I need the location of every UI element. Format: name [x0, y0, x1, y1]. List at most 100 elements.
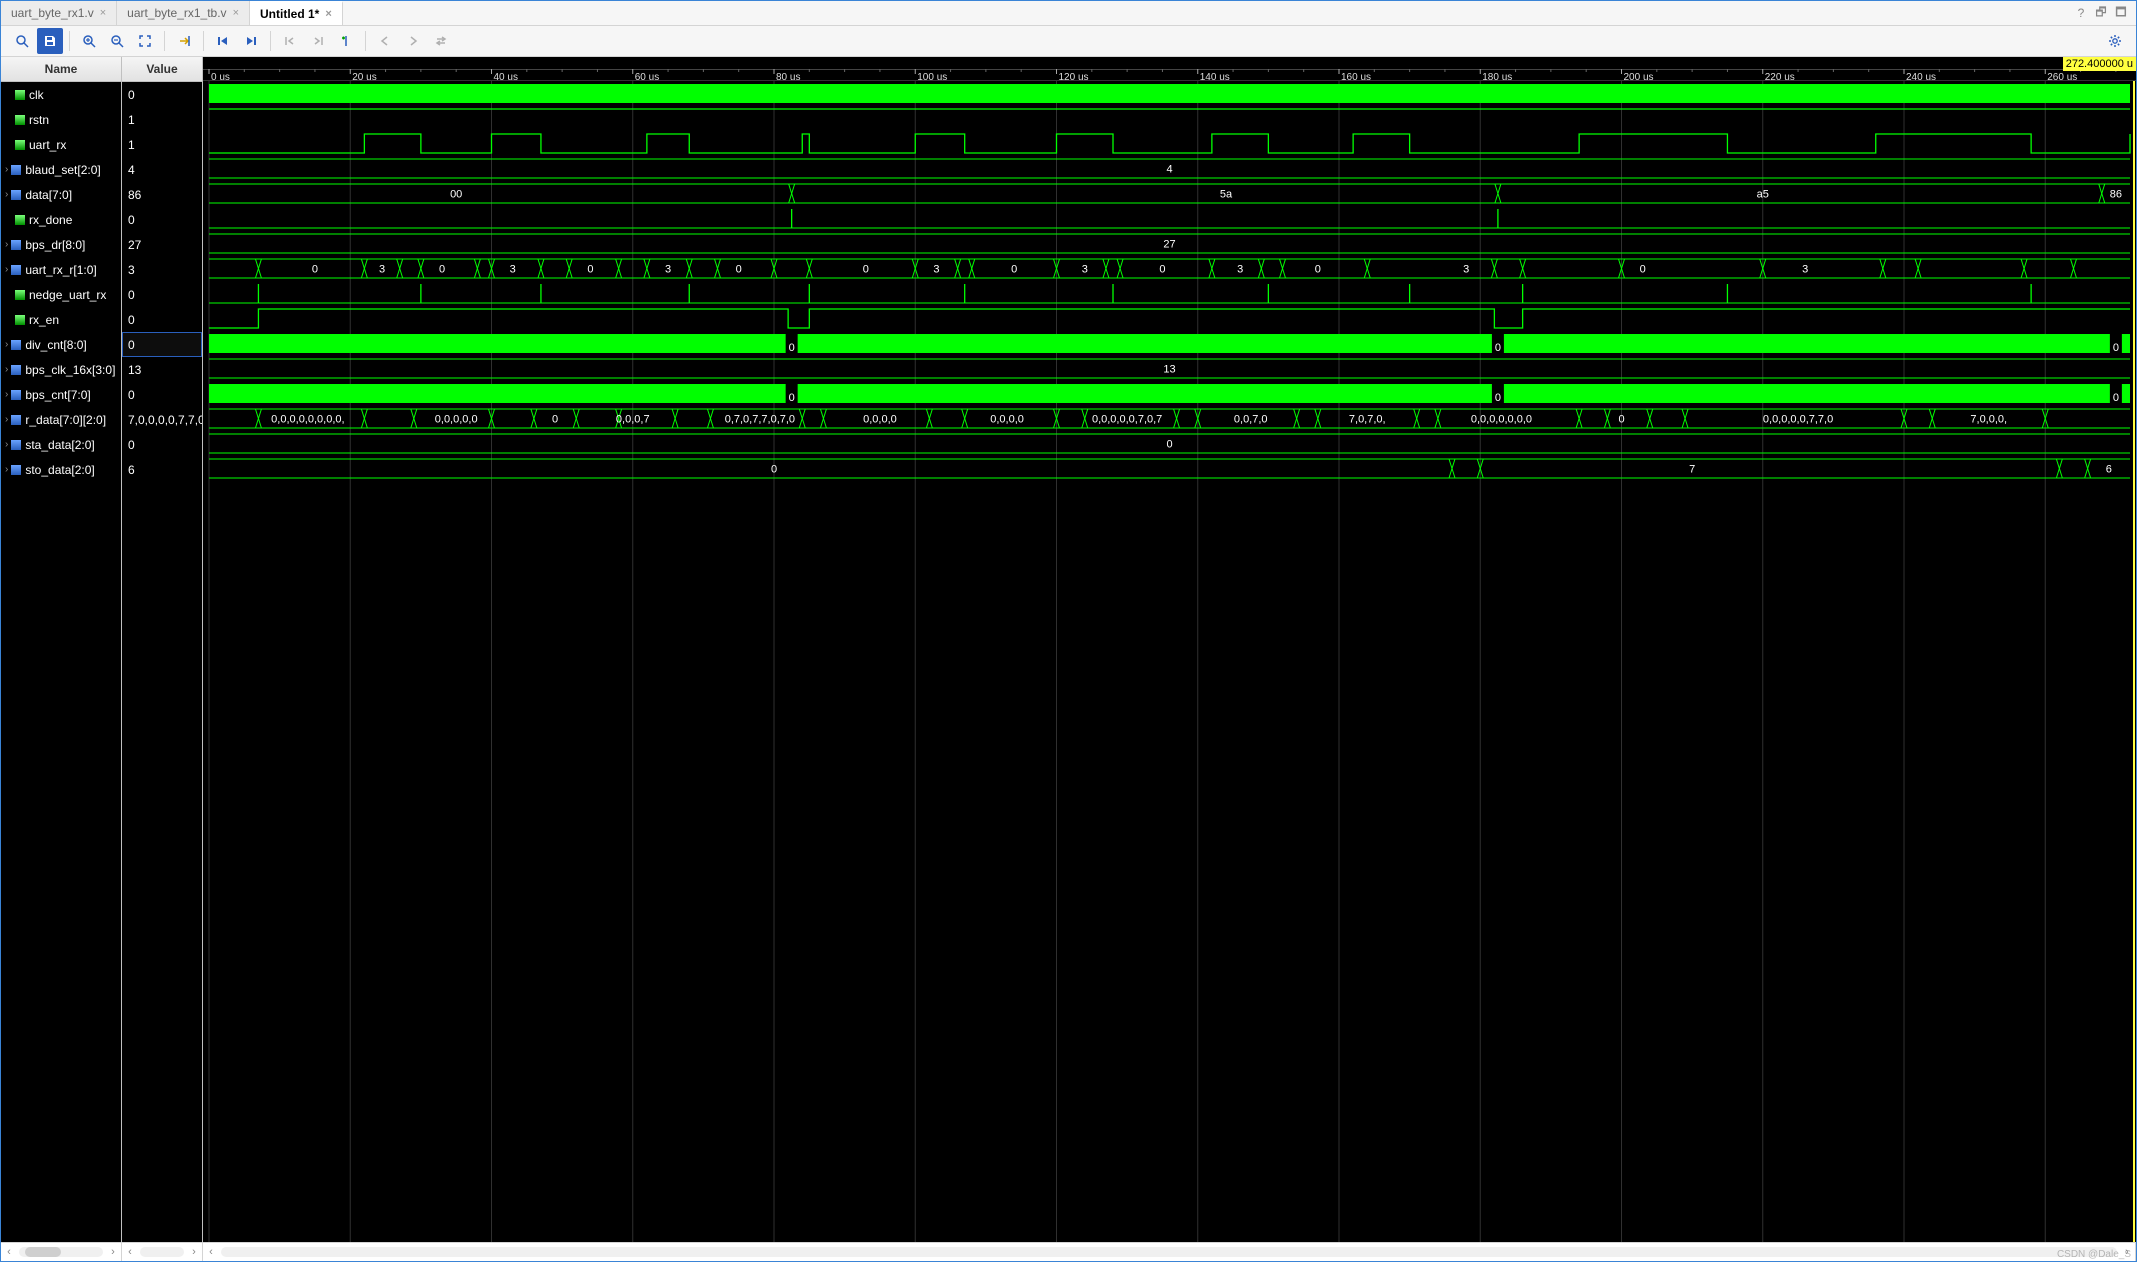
add-marker-icon[interactable] [333, 28, 359, 54]
svg-text:0 us: 0 us [211, 72, 230, 81]
zoom-out-icon[interactable] [104, 28, 130, 54]
signal-value-row[interactable]: 4 [122, 157, 202, 182]
signal-value-row[interactable]: 6 [122, 457, 202, 482]
signal-name-row[interactable]: sto_data[2:0] [1, 457, 121, 482]
values-scrollbar[interactable]: ‹› [122, 1243, 203, 1261]
signal-name-label: sta_data[2:0] [25, 438, 94, 452]
signal-name-row[interactable]: uart_rx_r[1:0] [1, 257, 121, 282]
go-to-cursor-icon[interactable] [171, 28, 197, 54]
signal-name-row[interactable]: rx_en [1, 307, 121, 332]
signal-name-row[interactable]: nedge_uart_rx [1, 282, 121, 307]
signal-name-row[interactable]: sta_data[2:0] [1, 432, 121, 457]
signal-name-label: rstn [29, 113, 49, 127]
next-transition-icon[interactable] [305, 28, 331, 54]
signal-name-row[interactable]: rstn [1, 107, 121, 132]
signal-name-row[interactable]: bps_clk_16x[3:0] [1, 357, 121, 382]
svg-text:0: 0 [1495, 342, 1501, 354]
restore-icon[interactable]: 🗗 [2094, 3, 2108, 24]
signal-value-row[interactable]: 1 [122, 132, 202, 157]
next-edge-icon[interactable] [400, 28, 426, 54]
signal-name-row[interactable]: rx_done [1, 207, 121, 232]
waveform-body[interactable]: 4005aa5862703030300303030303000130000,0,… [203, 81, 2136, 1242]
waveform-panel[interactable]: 272.400000 u 0 us20 us40 us60 us80 us100… [203, 57, 2136, 1242]
wire-icon [15, 315, 25, 325]
go-to-start-icon[interactable] [210, 28, 236, 54]
svg-text:0: 0 [736, 264, 742, 276]
svg-text:0,0,0,0,0,7,0,7: 0,0,0,0,0,7,0,7 [1092, 414, 1162, 426]
signal-name-label: sto_data[2:0] [25, 463, 94, 477]
signal-name-row[interactable]: clk [1, 82, 121, 107]
svg-text:3: 3 [510, 264, 516, 276]
svg-text:120 us: 120 us [1059, 72, 1089, 81]
bottom-scrollbars: ‹› ‹› ‹› [1, 1242, 2136, 1261]
svg-text:3: 3 [379, 264, 385, 276]
maximize-icon[interactable]: 🗖 [2114, 3, 2128, 24]
signal-name-row[interactable]: data[7:0] [1, 182, 121, 207]
signal-value-row[interactable]: 0 [122, 207, 202, 232]
tab-label: uart_byte_rx1_tb.v [127, 6, 226, 20]
svg-text:0,0,0,0,0,0,0: 0,0,0,0,0,0,0 [1471, 414, 1532, 426]
wave-scrollbar[interactable]: ‹› [203, 1243, 2136, 1261]
bus-icon [11, 465, 21, 475]
svg-text:0: 0 [552, 414, 558, 426]
names-scrollbar[interactable]: ‹› [1, 1243, 122, 1261]
go-to-end-icon[interactable] [238, 28, 264, 54]
close-icon[interactable]: × [233, 7, 239, 19]
signal-name-label: rx_en [29, 313, 59, 327]
prev-transition-icon[interactable] [277, 28, 303, 54]
signal-name-row[interactable]: div_cnt[8:0] [1, 332, 121, 357]
settings-gear-icon[interactable] [2102, 28, 2128, 54]
tab[interactable]: Untitled 1*× [250, 1, 343, 25]
toolbar [1, 26, 2136, 57]
zoom-fit-icon[interactable] [132, 28, 158, 54]
signal-value-row[interactable]: 0 [122, 332, 202, 357]
tab[interactable]: uart_byte_rx1.v× [1, 1, 117, 25]
svg-text:40 us: 40 us [494, 72, 518, 81]
signal-value-row[interactable]: 0 [122, 282, 202, 307]
zoom-in-icon[interactable] [76, 28, 102, 54]
svg-text:27: 27 [1163, 239, 1175, 251]
signal-name-label: uart_rx [29, 138, 66, 152]
values-panel: Value 01148602730001307,0,0,0,0,7,7,006 [122, 57, 203, 1242]
time-ruler[interactable]: 0 us20 us40 us60 us80 us100 us120 us140 … [203, 57, 2136, 81]
signal-value-row[interactable]: 0 [122, 432, 202, 457]
main: Name clkrstnuart_rxblaud_set[2:0]data[7:… [1, 57, 2136, 1242]
svg-text:140 us: 140 us [1200, 72, 1230, 81]
wire-icon [15, 90, 25, 100]
svg-text:4: 4 [1166, 164, 1172, 176]
signal-name-row[interactable]: r_data[7:0][2:0] [1, 407, 121, 432]
signal-value: 3 [128, 263, 135, 277]
signal-name-row[interactable]: bps_cnt[7:0] [1, 382, 121, 407]
svg-text:0: 0 [2113, 392, 2119, 404]
signal-value: 86 [128, 188, 141, 202]
signal-value-row[interactable]: 86 [122, 182, 202, 207]
close-icon[interactable]: × [100, 7, 106, 19]
bus-icon [11, 340, 21, 350]
signal-value-row[interactable]: 0 [122, 382, 202, 407]
signal-value-row[interactable]: 27 [122, 232, 202, 257]
svg-text:0,0,0,0: 0,0,0,0 [990, 414, 1024, 426]
signal-value-row[interactable]: 0 [122, 82, 202, 107]
signal-name-row[interactable]: uart_rx [1, 132, 121, 157]
prev-edge-icon[interactable] [372, 28, 398, 54]
svg-text:00: 00 [450, 189, 462, 201]
svg-text:160 us: 160 us [1341, 72, 1371, 81]
close-icon[interactable]: × [325, 8, 331, 20]
signal-value-row[interactable]: 13 [122, 357, 202, 382]
signal-name-row[interactable]: blaud_set[2:0] [1, 157, 121, 182]
save-icon[interactable] [37, 28, 63, 54]
signal-value-row[interactable]: 7,0,0,0,0,7,7,0 [122, 407, 202, 432]
help-icon[interactable]: ? [2074, 6, 2088, 20]
signal-value-row[interactable]: 1 [122, 107, 202, 132]
signal-value-row[interactable]: 3 [122, 257, 202, 282]
svg-text:0: 0 [1495, 392, 1501, 404]
search-icon[interactable] [9, 28, 35, 54]
svg-text:86: 86 [2110, 189, 2122, 201]
signal-name-label: bps_cnt[7:0] [25, 388, 90, 402]
tab[interactable]: uart_byte_rx1_tb.v × [117, 1, 250, 25]
swap-icon[interactable] [428, 28, 454, 54]
signal-name-row[interactable]: bps_dr[8:0] [1, 232, 121, 257]
signal-value-row[interactable]: 0 [122, 307, 202, 332]
svg-text:0: 0 [1640, 264, 1646, 276]
wire-icon [15, 140, 25, 150]
